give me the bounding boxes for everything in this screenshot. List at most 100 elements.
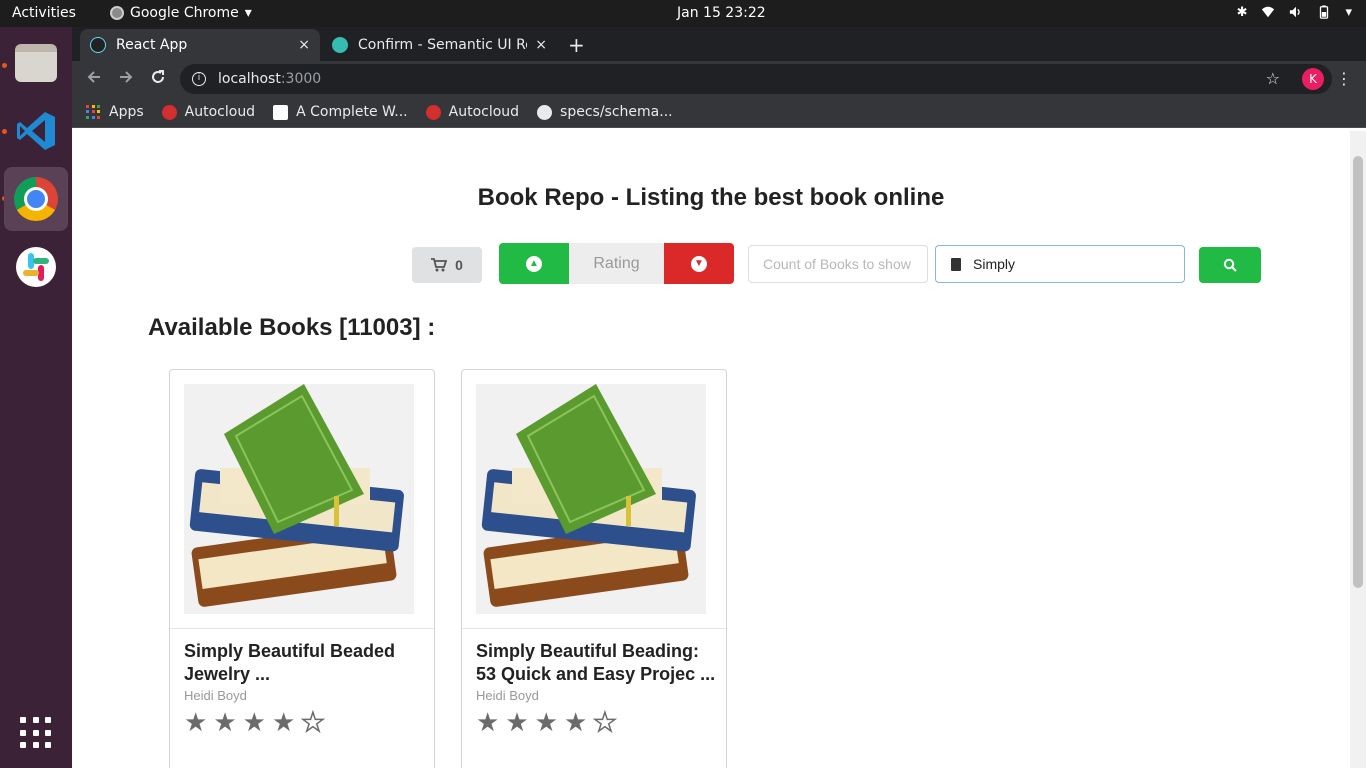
chrome-launcher[interactable] <box>4 167 68 231</box>
address-bar[interactable]: i localhost:3000 <box>180 64 1332 94</box>
system-top-bar: Activities Google Chrome ▾ Jan 15 23:22 … <box>0 0 1366 27</box>
bookmark-github[interactable]: specs/schema... <box>537 104 673 120</box>
star-empty-icon[interactable]: ★ <box>592 707 617 737</box>
bookmark-label: Apps <box>109 104 144 120</box>
new-tab-button[interactable]: + <box>568 33 585 57</box>
chevron-down-icon: ▾ <box>244 5 252 21</box>
book-cover-image <box>184 384 414 614</box>
sort-ascending-button[interactable]: ▲ <box>499 243 569 284</box>
autocloud-icon <box>425 104 441 120</box>
reload-button[interactable] <box>150 69 166 89</box>
show-applications-icon[interactable] <box>20 717 52 749</box>
url-port: :3000 <box>280 71 322 87</box>
slack-tray-icon[interactable]: ✱ <box>1237 5 1248 23</box>
forward-button[interactable] <box>118 69 134 89</box>
files-icon <box>15 44 57 82</box>
book-title[interactable]: Simply Beautiful Beading: 53 Quick and E… <box>476 640 716 686</box>
back-button[interactable] <box>86 69 102 89</box>
bookmark-label: Autocloud <box>184 104 256 120</box>
sort-descending-button[interactable]: ▼ <box>664 243 734 284</box>
available-books-heading: Available Books [11003] : <box>148 314 436 341</box>
slack-icon <box>16 247 56 287</box>
arrow-up-circle-icon: ▲ <box>526 255 542 272</box>
search-field[interactable] <box>935 245 1185 283</box>
sort-label: Rating <box>569 243 664 284</box>
bookmark-label: Autocloud <box>448 104 520 120</box>
close-icon[interactable]: × <box>298 37 310 53</box>
card-divider <box>170 628 434 629</box>
slack-launcher[interactable] <box>4 235 68 299</box>
book-author: Heidi Boyd <box>476 688 539 703</box>
battery-icon[interactable] <box>1317 5 1331 23</box>
star-filled-icon[interactable]: ★ <box>564 708 587 736</box>
semantic-favicon-icon <box>332 37 348 53</box>
bookmark-medium[interactable]: A Complete W... <box>273 104 408 120</box>
more-menu-icon[interactable]: ⋮ <box>1336 69 1352 88</box>
chevron-down-icon[interactable]: ▾ <box>1345 5 1352 23</box>
app-name-label: Google Chrome <box>130 5 239 21</box>
star-empty-icon[interactable]: ★ <box>300 707 325 737</box>
chrome-icon <box>110 6 124 20</box>
search-input[interactable] <box>973 256 1173 272</box>
star-filled-icon[interactable]: ★ <box>505 708 528 736</box>
search-button[interactable] <box>1199 247 1261 283</box>
tab-semantic-ui[interactable]: Confirm - Semantic UI Rea × <box>322 29 557 61</box>
star-filled-icon[interactable]: ★ <box>213 708 236 736</box>
book-icon <box>951 257 961 271</box>
bookmark-apps[interactable]: Apps <box>86 104 144 120</box>
chrome-icon <box>14 177 58 221</box>
profile-avatar[interactable]: K <box>1302 68 1324 90</box>
cart-count: 0 <box>455 257 463 273</box>
tab-strip: React App × Confirm - Semantic UI Rea × … <box>72 27 1366 61</box>
system-tray[interactable]: ✱ ▾ <box>1237 5 1352 23</box>
vscode-icon <box>17 112 55 150</box>
apps-grid-icon <box>86 104 101 120</box>
bookmarks-bar: Apps Autocloud A Complete W... Autocloud… <box>72 97 1366 128</box>
activities-button[interactable]: Activities <box>12 5 76 21</box>
star-filled-icon[interactable]: ★ <box>272 708 295 736</box>
wifi-icon[interactable] <box>1261 5 1275 23</box>
book-cover-image <box>476 384 706 614</box>
app-menu[interactable]: Google Chrome ▾ <box>110 5 252 21</box>
card-divider <box>462 628 726 629</box>
url-host: localhost <box>218 71 281 87</box>
volume-icon[interactable] <box>1289 5 1303 23</box>
page-content: Book Repo - Listing the best book online… <box>72 131 1350 768</box>
book-card[interactable]: Simply Beautiful Beading: 53 Quick and E… <box>461 369 727 768</box>
star-filled-icon[interactable]: ★ <box>476 708 499 736</box>
book-count-input[interactable] <box>748 245 928 283</box>
sort-control: ▲ Rating ▼ <box>499 243 734 284</box>
browser-toolbar: i localhost:3000 ☆ K ⋮ <box>72 61 1366 97</box>
page-title: Book Repo - Listing the best book online <box>477 184 945 211</box>
tab-title: React App <box>116 37 188 53</box>
files-launcher[interactable] <box>4 31 68 95</box>
bookmark-autocloud-2[interactable]: Autocloud <box>425 104 520 120</box>
bookmark-label: specs/schema... <box>560 104 673 120</box>
scrollbar-thumb[interactable] <box>1353 156 1363 588</box>
clock[interactable]: Jan 15 23:22 <box>677 5 766 21</box>
book-title[interactable]: Simply Beautiful Beaded Jewelry ... <box>184 640 424 686</box>
bookmark-autocloud[interactable]: Autocloud <box>161 104 256 120</box>
dock <box>0 27 72 768</box>
star-filled-icon[interactable]: ★ <box>243 708 266 736</box>
cart-icon <box>431 258 448 272</box>
star-filled-icon[interactable]: ★ <box>184 708 207 736</box>
arrow-down-circle-icon: ▼ <box>691 255 707 272</box>
medium-icon <box>273 104 289 120</box>
star-rating[interactable]: ★ ★ ★ ★ ★ <box>184 707 325 737</box>
search-icon <box>1223 258 1237 272</box>
book-card[interactable]: Simply Beautiful Beaded Jewelry ... Heid… <box>169 369 435 768</box>
tab-title: Confirm - Semantic UI Rea <box>358 37 528 53</box>
github-icon <box>537 104 553 120</box>
page-scrollbar[interactable] <box>1350 131 1366 768</box>
info-icon[interactable]: i <box>192 72 206 86</box>
cart-button[interactable]: 0 <box>412 247 482 283</box>
autocloud-icon <box>161 104 177 120</box>
star-rating[interactable]: ★ ★ ★ ★ ★ <box>476 707 617 737</box>
bookmark-star-icon[interactable]: ☆ <box>1266 69 1280 88</box>
bookmark-label: A Complete W... <box>296 104 408 120</box>
close-icon[interactable]: × <box>535 37 547 53</box>
tab-react-app[interactable]: React App × <box>80 29 320 61</box>
vscode-launcher[interactable] <box>4 99 68 163</box>
star-filled-icon[interactable]: ★ <box>535 708 558 736</box>
